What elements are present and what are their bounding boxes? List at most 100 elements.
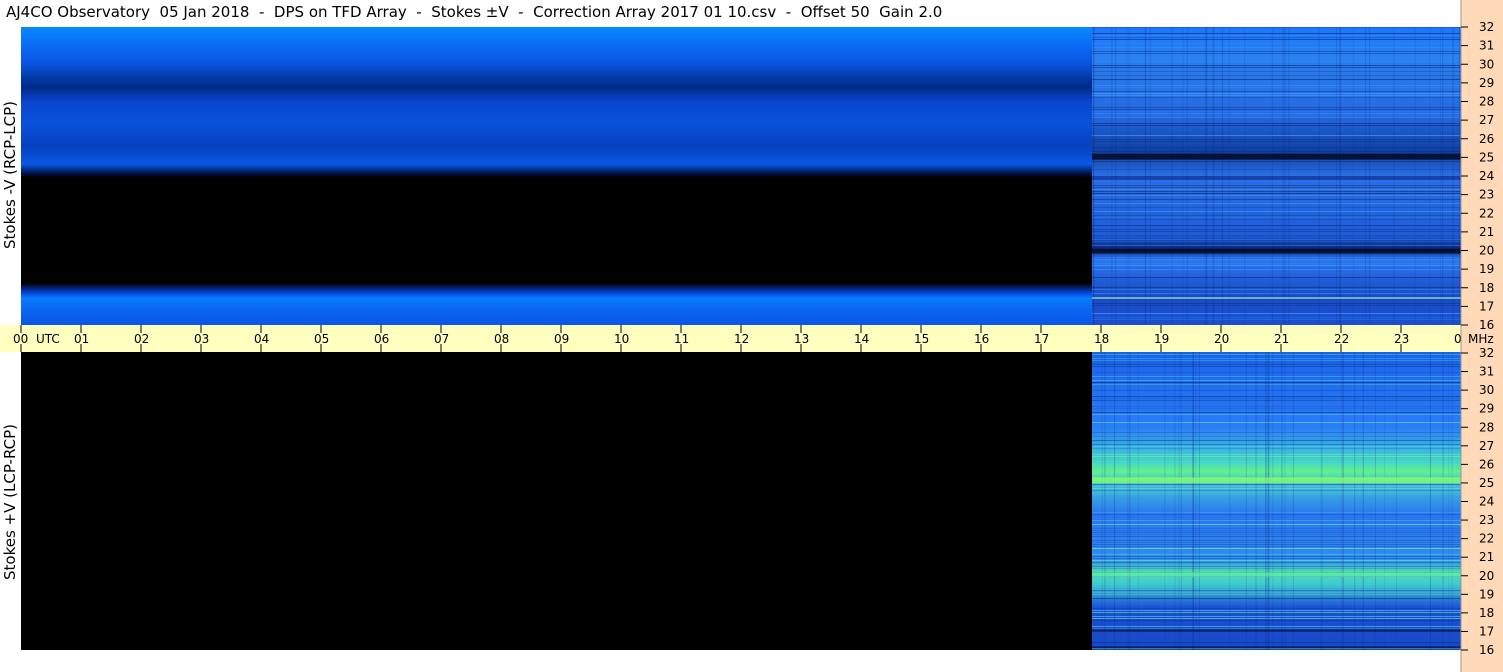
utc-tick-label: 00 bbox=[13, 332, 28, 346]
noise-line bbox=[1092, 211, 1461, 212]
noise-line bbox=[1092, 239, 1461, 240]
mhz-tick-label: 31 bbox=[1479, 365, 1494, 379]
mhz-tick-label: 20 bbox=[1479, 244, 1494, 258]
noise-line bbox=[1092, 362, 1461, 363]
noise-line bbox=[1092, 313, 1461, 314]
noise-line bbox=[1092, 484, 1461, 485]
noise-line bbox=[1092, 610, 1461, 611]
noise-column bbox=[1174, 352, 1176, 650]
mhz-tick-label: 26 bbox=[1479, 457, 1494, 471]
noise-line bbox=[1092, 626, 1461, 627]
mhz-tick-label: 28 bbox=[1479, 95, 1494, 109]
noise-line bbox=[1092, 462, 1461, 463]
noise-line bbox=[1092, 446, 1461, 447]
noise-column bbox=[1101, 352, 1103, 650]
noise-line bbox=[1092, 293, 1461, 294]
noise-line bbox=[1092, 380, 1461, 381]
noise-line bbox=[1092, 61, 1461, 62]
noise-line bbox=[1092, 568, 1461, 569]
noise-line bbox=[1092, 358, 1461, 359]
noise-line bbox=[1092, 514, 1461, 515]
mhz-tick-label: 17 bbox=[1479, 299, 1494, 313]
utc-tick-label: 06 bbox=[374, 332, 389, 346]
noise-line bbox=[1092, 530, 1461, 531]
mhz-tick-label: 30 bbox=[1479, 383, 1494, 397]
utc-tick-label: 14 bbox=[854, 332, 869, 346]
noise-line bbox=[1092, 299, 1461, 300]
noise-line bbox=[1092, 53, 1461, 54]
noise-line bbox=[1092, 245, 1461, 246]
noise-line bbox=[1092, 289, 1461, 290]
utc-tick-label: 10 bbox=[614, 332, 629, 346]
noise-line bbox=[1092, 536, 1461, 537]
noise-line bbox=[1092, 524, 1461, 525]
noise-line bbox=[1092, 400, 1461, 401]
noise-line bbox=[1092, 111, 1461, 112]
noise-column bbox=[1292, 352, 1294, 650]
signal-band bbox=[1092, 629, 1461, 632]
noise-line bbox=[1092, 534, 1461, 535]
noise-line bbox=[1092, 412, 1461, 413]
noise-line bbox=[1092, 59, 1461, 60]
mhz-tick-label: 23 bbox=[1479, 188, 1494, 202]
noise-line bbox=[1092, 444, 1461, 445]
noise-line bbox=[1092, 37, 1461, 38]
noise-line bbox=[1092, 303, 1461, 304]
noise-column bbox=[1451, 352, 1453, 650]
utc-tick-label: 21 bbox=[1274, 332, 1289, 346]
noise-column bbox=[1281, 352, 1283, 650]
noise-column bbox=[1362, 352, 1364, 650]
noise-line bbox=[1092, 612, 1461, 613]
noise-line bbox=[1092, 638, 1461, 639]
mhz-tick-label: 18 bbox=[1479, 606, 1494, 620]
noise-column bbox=[1127, 352, 1129, 650]
noise-line bbox=[1092, 187, 1461, 188]
noise-line bbox=[1092, 93, 1461, 94]
mhz-tick-label: 25 bbox=[1479, 150, 1494, 164]
noise-line bbox=[1092, 608, 1461, 609]
mhz-tick-label: 25 bbox=[1479, 476, 1494, 490]
noise-line bbox=[1092, 287, 1461, 288]
noise-column bbox=[1429, 352, 1431, 650]
mhz-tick-label: 22 bbox=[1479, 532, 1494, 546]
noise-line bbox=[1092, 366, 1461, 367]
noise-line bbox=[1092, 147, 1461, 148]
noise-line bbox=[1092, 520, 1461, 521]
noise-line bbox=[1092, 169, 1461, 170]
noise-line bbox=[1092, 203, 1461, 204]
utc-unit-label: UTC bbox=[36, 332, 60, 346]
noise-column bbox=[1342, 352, 1344, 650]
noise-line bbox=[1092, 139, 1461, 140]
noise-line bbox=[1092, 35, 1461, 36]
noise-line bbox=[1092, 91, 1461, 92]
noise-line bbox=[1092, 259, 1461, 260]
noise-line bbox=[1092, 594, 1461, 595]
noise-line bbox=[1092, 560, 1461, 561]
noise-line bbox=[1092, 406, 1461, 407]
noise-line bbox=[1092, 542, 1461, 543]
noise-column bbox=[1384, 352, 1386, 650]
utc-tick-label: 11 bbox=[674, 332, 689, 346]
noise-column bbox=[1104, 352, 1106, 650]
noise-line bbox=[1092, 193, 1461, 194]
utc-tick-label: 17 bbox=[1034, 332, 1049, 346]
mhz-tick-label: 24 bbox=[1479, 169, 1494, 183]
noise-column bbox=[1198, 352, 1200, 650]
noise-line bbox=[1092, 384, 1461, 385]
noise-line bbox=[1092, 115, 1461, 116]
noise-line bbox=[1092, 616, 1461, 617]
mhz-tick-label: 30 bbox=[1479, 57, 1494, 71]
noise-line bbox=[1092, 191, 1461, 192]
noise-column bbox=[1129, 352, 1131, 650]
noise-line bbox=[1092, 618, 1461, 619]
utc-tick-label: 04 bbox=[254, 332, 269, 346]
utc-tick-label: 12 bbox=[734, 332, 749, 346]
noise-line bbox=[1092, 592, 1461, 593]
noise-column bbox=[1284, 352, 1286, 650]
noise-column bbox=[1374, 352, 1376, 650]
utc-tick-label: 23 bbox=[1394, 332, 1409, 346]
mhz-unit-label: MHz bbox=[1468, 332, 1494, 346]
noise-line bbox=[1092, 528, 1461, 529]
noise-line bbox=[1092, 382, 1461, 383]
signal-band bbox=[1092, 297, 1461, 300]
